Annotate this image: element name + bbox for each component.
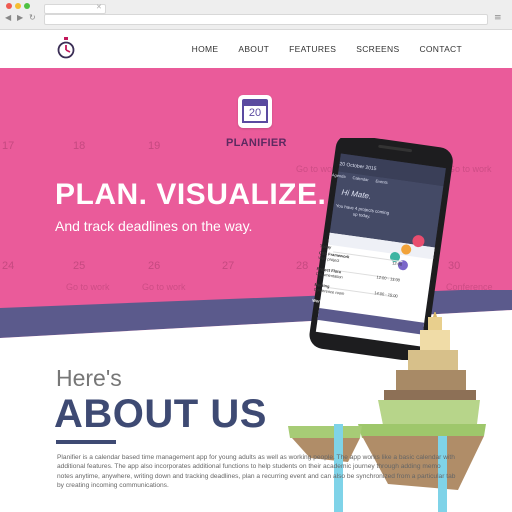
phone-item-time: 14:00 - 15:00 [374, 290, 399, 299]
calendar-day-number: 17 [2, 140, 15, 152]
browser-chrome: ✕ ◀ ▶ ↻ ≡ [0, 0, 512, 30]
hamburger-icon[interactable]: ≡ [494, 13, 502, 23]
nav-about[interactable]: ABOUT [236, 44, 271, 54]
nav-home[interactable]: HOME [190, 44, 221, 54]
hero-subline: And track deadlines on the way. [55, 218, 253, 234]
phone-item-sub: Conference room [313, 286, 345, 297]
hero-headline: PLAN. VISUALIZE. [55, 178, 327, 211]
calendar-day-number: 26 [148, 260, 161, 272]
back-icon[interactable]: ◀ [5, 13, 11, 22]
maximize-window-dot[interactable] [24, 3, 30, 9]
nav-screens[interactable]: SCREENS [354, 44, 401, 54]
phone-item-time: 12:00 [391, 260, 403, 267]
about-heading: ABOUT US [54, 392, 267, 436]
forward-icon[interactable]: ▶ [17, 13, 23, 22]
calendar-day-number: 24 [2, 260, 15, 272]
minimize-window-dot[interactable] [15, 3, 21, 9]
calendar-day-number: 18 [73, 140, 86, 152]
phone-item-time: 12:00 - 13:00 [376, 274, 401, 283]
close-window-dot[interactable] [6, 3, 12, 9]
nav-links: HOME ABOUT FEATURES SCREENS CONTACT [190, 44, 464, 54]
phone-list: Today CSS Framework Web project 12:00 Pro… [312, 243, 404, 314]
reload-icon[interactable]: ↻ [29, 13, 36, 22]
nav-contact[interactable]: CONTACT [417, 44, 464, 54]
app-icon-number: 20 [242, 106, 268, 123]
about-paragraph: Planifier is a calendar based time manag… [57, 454, 456, 490]
nav-features[interactable]: FEATURES [287, 44, 338, 54]
calendar-day-number: 25 [73, 260, 86, 272]
address-bar[interactable] [44, 14, 488, 25]
calendar-app-icon: 20 [238, 95, 272, 128]
heading-underline [56, 440, 116, 444]
calendar-day-number: 27 [222, 260, 235, 272]
brand-name: PLANIFIER [226, 137, 287, 149]
about-kicker: Here's [56, 365, 122, 391]
close-tab-icon[interactable]: ✕ [96, 3, 102, 11]
calendar-day-number: 19 [148, 140, 161, 152]
stopwatch-icon[interactable] [57, 37, 75, 59]
